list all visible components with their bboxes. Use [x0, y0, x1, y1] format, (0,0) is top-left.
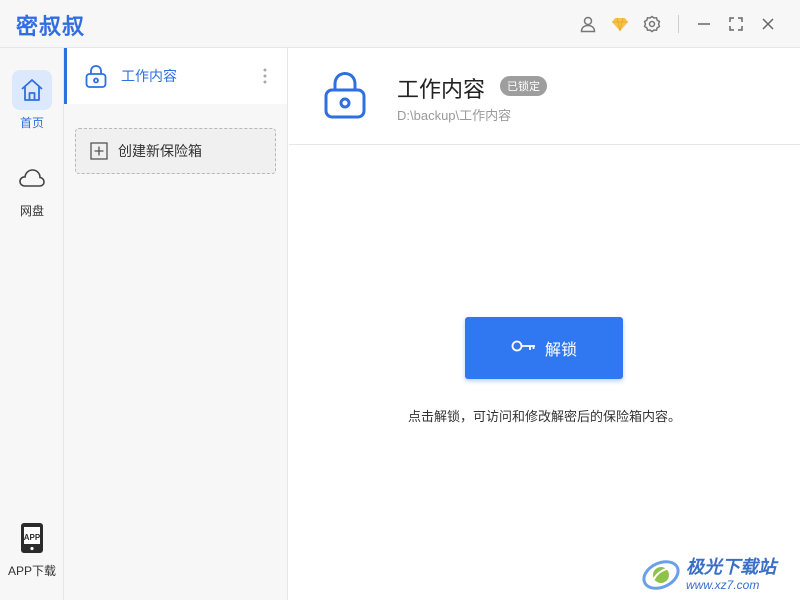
locked-badge: 已锁定	[500, 76, 547, 96]
vault-path: D:\backup\工作内容	[397, 108, 512, 123]
nav-label-app-download: APP下载	[7, 564, 56, 578]
close-icon[interactable]	[756, 12, 780, 36]
watermark: 极光下载站 www.xz7.com	[640, 548, 800, 600]
maximize-icon[interactable]	[724, 12, 748, 36]
vault-header: 工作内容 已锁定 D:\backup\工作内容	[289, 48, 800, 145]
watermark-name: 极光下载站	[686, 556, 776, 577]
watermark-url: www.xz7.com	[686, 577, 760, 592]
vault-item-label: 工作内容	[121, 68, 177, 84]
more-options-icon[interactable]	[253, 64, 277, 88]
minimize-icon[interactable]	[692, 12, 716, 36]
nav-label-home: 首页	[19, 116, 44, 130]
main-panel: 工作内容 已锁定 D:\backup\工作内容 解锁 点击解锁，可访问和修改解密…	[289, 48, 800, 600]
vault-item-work[interactable]: 工作内容	[64, 48, 287, 104]
nav-item-home[interactable]: 首页	[0, 70, 64, 131]
unlock-label: 解锁	[544, 342, 577, 359]
home-icon	[12, 70, 52, 110]
gear-icon[interactable]	[640, 12, 664, 36]
watermark-logo-icon	[640, 553, 682, 595]
titlebar-divider	[678, 15, 679, 33]
app-download-icon: APP	[12, 518, 52, 558]
cloud-icon	[12, 158, 52, 198]
lock-icon	[83, 63, 109, 89]
plus-square-icon	[90, 142, 108, 160]
left-nav: 首页 网盘 APP APP下载	[0, 48, 64, 600]
nav-item-cloud[interactable]: 网盘	[0, 158, 64, 219]
create-vault-label: 创建新保险箱	[118, 143, 202, 159]
key-icon	[511, 339, 537, 358]
unlock-button[interactable]: 解锁	[465, 317, 623, 379]
vault-title: 工作内容	[397, 77, 486, 102]
create-vault-button[interactable]: 创建新保险箱	[75, 128, 276, 174]
nav-item-app-download[interactable]: APP APP下载	[0, 518, 64, 579]
vault-list: 工作内容 创建新保险箱	[64, 48, 288, 600]
title-bar: 密叔叔	[0, 0, 800, 48]
nav-label-cloud: 网盘	[19, 204, 44, 218]
lock-icon	[321, 70, 369, 120]
svg-text:APP: APP	[24, 533, 41, 542]
app-title: 密叔叔	[16, 14, 86, 39]
diamond-icon[interactable]	[608, 12, 632, 36]
unlock-hint: 点击解锁，可访问和修改解密后的保险箱内容。	[407, 409, 681, 424]
user-icon[interactable]	[576, 12, 600, 36]
